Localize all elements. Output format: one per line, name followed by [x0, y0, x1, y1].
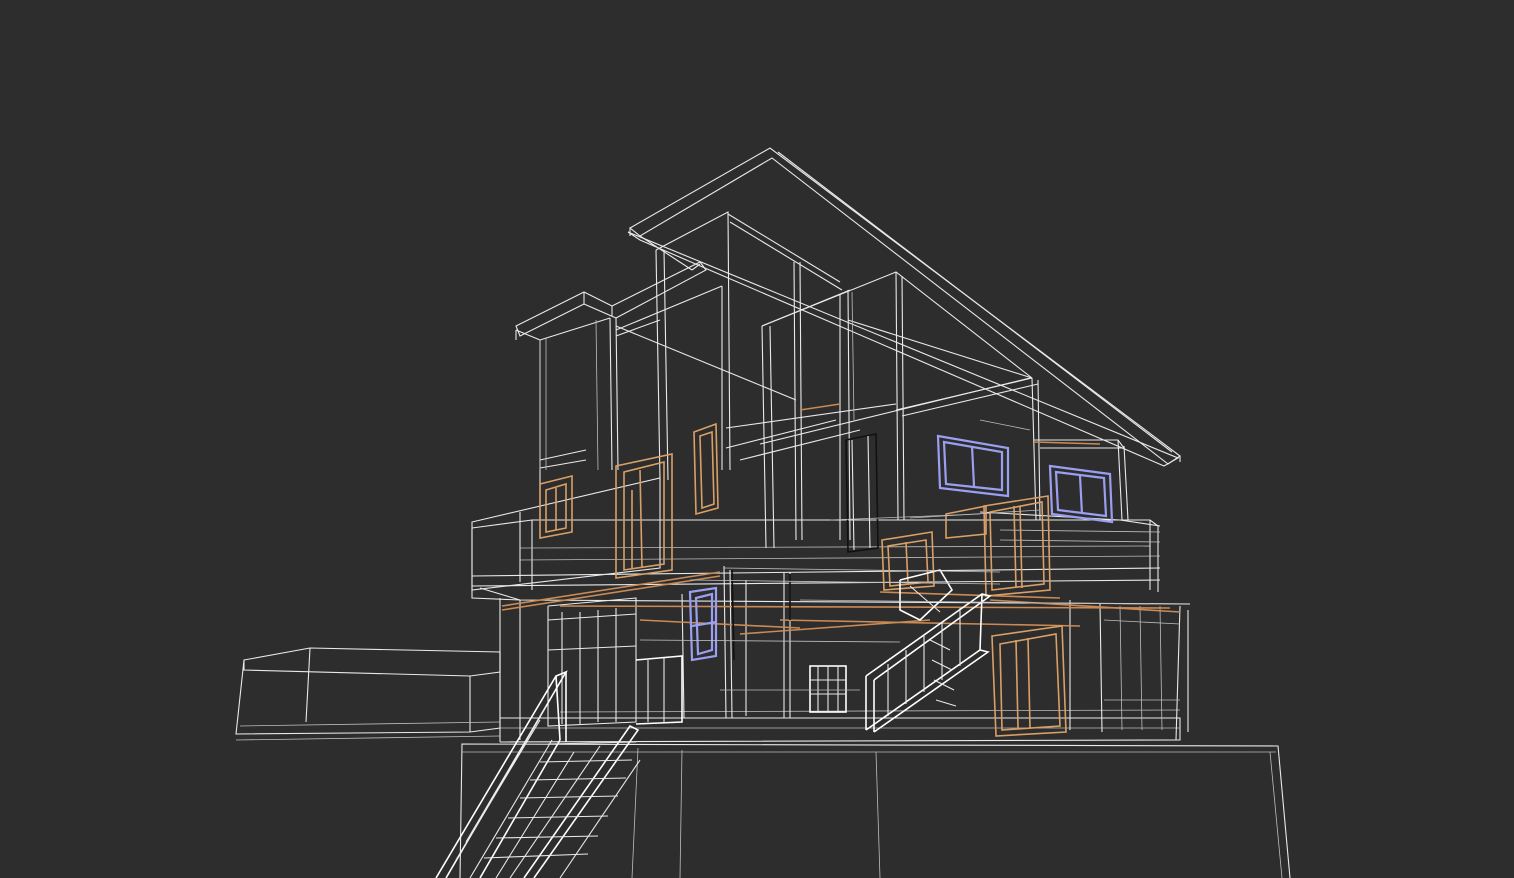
window-upper-right-1: [936, 434, 1010, 498]
door-stair-landing: [881, 531, 935, 591]
exterior-staircase: [435, 670, 641, 878]
left-terrace-box: [235, 647, 501, 741]
first-floor-slab: [471, 519, 1161, 601]
window-upper-narrow: [693, 422, 719, 516]
ground-floor-deck: [499, 598, 1181, 743]
foundation-block: [459, 743, 1291, 878]
window-upper-left: [539, 474, 573, 539]
window-upper-right-2: [1048, 464, 1114, 524]
ground-floor-glazing: [547, 597, 683, 727]
door-ground-right: [991, 625, 1067, 737]
house-wireframe-model[interactable]: [0, 0, 1514, 878]
3d-viewport[interactable]: [0, 0, 1514, 878]
window-ground-left-blue: [688, 586, 718, 662]
floor-beams: [501, 403, 1181, 635]
door-frames: [539, 422, 1067, 737]
french-door: [809, 665, 847, 713]
